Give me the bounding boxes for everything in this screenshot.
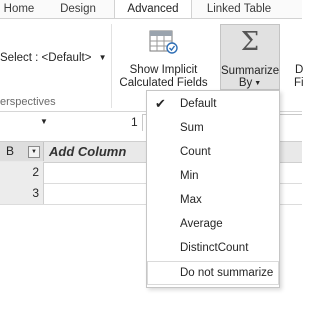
clipped-ribbon-label-1: D (295, 64, 304, 76)
clipped-ribbon-label-2: Fi (294, 77, 304, 89)
caret-down-icon: ▼ (254, 80, 262, 87)
table-cell[interactable]: 2 (0, 162, 44, 183)
show-implicit-calculated-fields-button[interactable]: Show Implicit Calculated Fields (113, 24, 214, 94)
tab-linked-table[interactable]: Linked Table (196, 0, 282, 18)
chevron-down-icon: ▼ (40, 117, 48, 126)
sigma-icon: Σ (240, 27, 260, 57)
summarize-by-button[interactable]: Σ Summarize By ▼ (220, 24, 280, 90)
filter-dropdown-icon[interactable]: ▼ (28, 146, 40, 158)
name-box[interactable]: ▼ (0, 114, 143, 131)
tab-home[interactable]: Home (0, 0, 38, 18)
summarize-label-line2-wrap: By ▼ (221, 77, 279, 90)
show-implicit-label-line1: Show Implicit (129, 64, 198, 76)
menu-item-count[interactable]: Count (147, 140, 279, 164)
menu-item-max[interactable]: Max (147, 188, 279, 212)
menu-item-average[interactable]: Average (147, 212, 279, 236)
summarize-by-menu: ✔ Default Sum Count Min Max Average Dist… (146, 90, 280, 288)
menu-item-do-not-summarize[interactable]: Do not summarize (147, 261, 279, 285)
group-separator (111, 24, 112, 108)
menu-item-min[interactable]: Min (147, 164, 279, 188)
chevron-down-icon: ▼ (98, 53, 107, 62)
column-header-b[interactable]: B ▼ (0, 142, 44, 161)
formula-cell-value: 1 (131, 115, 138, 129)
tab-design[interactable]: Design (52, 0, 104, 18)
table-cell[interactable]: 3 (0, 183, 44, 204)
menu-item-distinctcount[interactable]: DistinctCount (147, 236, 279, 260)
implicit-fields-table-icon (149, 30, 178, 54)
perspective-select[interactable]: Select : <Default> ▼ (0, 50, 107, 66)
column-header-b-label: B (6, 144, 15, 158)
group-label-perspectives: erspectives (0, 96, 56, 108)
perspective-select-label: Select : <Default> (0, 52, 92, 64)
show-implicit-label-line2: Calculated Fields (119, 77, 208, 89)
summarize-label-line2: By (238, 77, 253, 89)
add-column-header[interactable]: Add Column (49, 142, 126, 161)
menu-item-sum[interactable]: Sum (147, 116, 279, 140)
menu-item-default[interactable]: ✔ Default (147, 92, 279, 116)
checkmark-icon: ✔ (155, 96, 166, 111)
tab-advanced[interactable]: Advanced (114, 0, 192, 19)
